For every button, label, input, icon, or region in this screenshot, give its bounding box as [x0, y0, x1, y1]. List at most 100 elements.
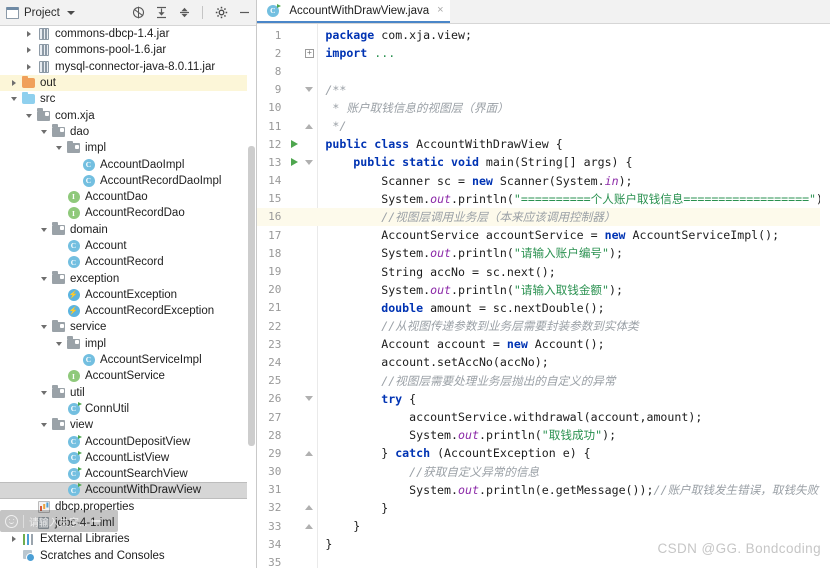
code-line[interactable]: 30 //获取自定义异常的信息 — [257, 463, 830, 481]
run-triangle-icon[interactable] — [290, 158, 298, 167]
code-line[interactable]: 19 String accNo = sc.next(); — [257, 262, 830, 280]
tree-item-impl[interactable]: impl — [0, 336, 256, 352]
fold-expand-icon[interactable]: + — [304, 48, 314, 58]
tree-item-domain[interactable]: domain — [0, 222, 256, 238]
collapse-all-icon[interactable] — [177, 6, 191, 20]
code-line[interactable]: 33 } — [257, 517, 830, 535]
fold-end-icon[interactable] — [305, 450, 314, 456]
tree-item-accountserviceimpl[interactable]: C AccountServiceImpl — [0, 352, 256, 368]
fold-gutter[interactable] — [301, 505, 317, 511]
code-line[interactable]: 9 /** — [257, 81, 830, 99]
chevron-down-icon[interactable] — [8, 94, 19, 105]
run-gutter[interactable] — [287, 158, 301, 167]
tree-item-accountrecord[interactable]: C AccountRecord — [0, 254, 256, 270]
tree-item-accountwithdrawview[interactable]: C AccountWithDrawView — [0, 482, 257, 499]
code-line[interactable]: 15 System.out.println("==========个人账户取钱信… — [257, 190, 830, 208]
chevron-right-icon[interactable] — [23, 29, 34, 40]
code-line[interactable]: 11 */ — [257, 117, 830, 135]
code-line[interactable]: 32 } — [257, 499, 830, 517]
tree-item-accountdao[interactable]: I AccountDao — [0, 189, 256, 205]
run-triangle-icon[interactable] — [290, 140, 298, 149]
code-line[interactable]: 1 package com.xja.view; — [257, 26, 830, 44]
chevron-down-icon[interactable] — [38, 224, 49, 235]
chevron-down-icon[interactable] — [66, 10, 75, 15]
tree-item-com-xja[interactable]: com.xja — [0, 107, 256, 123]
fold-end-icon[interactable] — [305, 123, 314, 129]
tree-item-accountdaoimpl[interactable]: C AccountDaoImpl — [0, 156, 256, 172]
tree-item-dbcp-properties[interactable]: dbcp.properties — [0, 499, 256, 515]
run-gutter[interactable] — [287, 140, 301, 149]
code-line[interactable]: 13 public static void main(String[] args… — [257, 153, 830, 171]
fold-collapse-icon[interactable] — [305, 159, 314, 165]
fold-gutter[interactable] — [301, 159, 317, 165]
chevron-right-icon[interactable] — [8, 534, 19, 545]
tree-item-commons-pool-1-6-jar[interactable]: commons-pool-1.6.jar — [0, 42, 256, 58]
code-line[interactable]: 18 System.out.println("请输入账户编号"); — [257, 244, 830, 262]
code-line[interactable]: 8 — [257, 62, 830, 80]
fold-gutter[interactable] — [301, 450, 317, 456]
project-title-dropdown[interactable]: Project — [6, 6, 131, 19]
tree-item-account[interactable]: C Account — [0, 238, 256, 254]
tree-item-util[interactable]: util — [0, 385, 256, 401]
code-line[interactable]: 22 //从视图传递参数到业务层需要封装参数到实体类 — [257, 317, 830, 335]
settings-gear-icon[interactable] — [214, 6, 228, 20]
scrollbar-thumb[interactable] — [248, 146, 256, 446]
project-tree-scrollbar[interactable] — [247, 26, 257, 568]
code-line[interactable]: 17 AccountService accountService = new A… — [257, 226, 830, 244]
code-line[interactable]: 27 accountService.withdrawal(account,amo… — [257, 408, 830, 426]
code-line[interactable]: 31 System.out.println(e.getMessage());//… — [257, 481, 830, 499]
fold-collapse-icon[interactable] — [305, 396, 314, 402]
code-line[interactable]: 35 — [257, 553, 830, 568]
tree-item-connutil[interactable]: C ConnUtil — [0, 401, 256, 417]
locate-target-icon[interactable] — [131, 6, 145, 20]
minimize-icon[interactable] — [237, 6, 251, 20]
code-line[interactable]: 20 System.out.println("请输入取钱金额"); — [257, 281, 830, 299]
tree-item-dao[interactable]: dao — [0, 124, 256, 140]
chevron-down-icon[interactable] — [38, 126, 49, 137]
fold-end-icon[interactable] — [305, 505, 314, 511]
fold-end-icon[interactable] — [305, 523, 314, 529]
code-line[interactable]: 25 //视图层需要处理业务层抛出的自定义的异常 — [257, 372, 830, 390]
expand-all-icon[interactable] — [154, 6, 168, 20]
code-line[interactable]: 26 try { — [257, 390, 830, 408]
code-line[interactable]: 16 //视图层调用业务层（本来应该调用控制器） — [257, 207, 830, 227]
chevron-right-icon[interactable] — [8, 78, 19, 89]
tree-item-accountsearchview[interactable]: C AccountSearchView — [0, 466, 256, 482]
code-line[interactable]: 14 Scanner sc = new Scanner(System.in); — [257, 172, 830, 190]
fold-gutter[interactable]: + — [301, 48, 317, 58]
code-lines-container[interactable]: 1 package com.xja.view; 2 + import ... 8 9 /** 1… — [257, 24, 830, 568]
tree-item-accountlistview[interactable]: C AccountListView — [0, 450, 256, 466]
tree-item-out[interactable]: out — [0, 74, 257, 92]
editor-scrollbar[interactable] — [820, 24, 830, 568]
tab-account-withdraw-view[interactable]: C AccountWithDrawView.java × — [257, 0, 450, 23]
tree-item-commons-dbcp-1-4-jar[interactable]: commons-dbcp-1.4.jar — [0, 26, 256, 42]
tree-item-scratches-and-consoles[interactable]: Scratches and Consoles — [0, 548, 256, 564]
tree-item-mysql-connector-java-8-0-11-jar[interactable]: mysql-connector-java-8.0.11.jar — [0, 59, 256, 75]
tree-item-accountrecorddao[interactable]: I AccountRecordDao — [0, 205, 256, 221]
tree-item-view[interactable]: view — [0, 417, 256, 433]
code-line[interactable]: 23 Account account = new Account(); — [257, 335, 830, 353]
chevron-down-icon[interactable] — [38, 273, 49, 284]
code-line[interactable]: 24 account.setAccNo(accNo); — [257, 353, 830, 371]
chevron-down-icon[interactable] — [38, 322, 49, 333]
fold-gutter[interactable] — [301, 123, 317, 129]
tree-item-jdbc-4-1-iml[interactable]: jdbc-4-1.iml — [0, 515, 256, 531]
code-line[interactable]: 12 public class AccountWithDrawView { — [257, 135, 830, 153]
code-line[interactable]: 28 System.out.println("取钱成功"); — [257, 426, 830, 444]
code-line[interactable]: 2 + import ... — [257, 44, 830, 62]
chevron-down-icon[interactable] — [38, 387, 49, 398]
tree-item-external-libraries[interactable]: External Libraries — [0, 531, 256, 547]
chevron-right-icon[interactable] — [23, 45, 34, 56]
close-icon[interactable]: × — [437, 5, 443, 16]
tree-item-impl[interactable]: impl — [0, 140, 256, 156]
tree-item-exception[interactable]: exception — [0, 270, 256, 286]
chevron-right-icon[interactable] — [23, 61, 34, 72]
code-line[interactable]: 10 * 账户取钱信息的视图层（界面） — [257, 99, 830, 117]
tree-item-accountrecorddaoimpl[interactable]: C AccountRecordDaoImpl — [0, 173, 256, 189]
code-editor[interactable]: 1 package com.xja.view; 2 + import ... 8 9 /** 1… — [257, 24, 830, 568]
fold-gutter[interactable] — [301, 396, 317, 402]
tree-item-src[interactable]: src — [0, 91, 256, 107]
tree-item-accountservice[interactable]: I AccountService — [0, 368, 256, 384]
fold-gutter[interactable] — [301, 523, 317, 529]
chevron-down-icon[interactable] — [23, 110, 34, 121]
